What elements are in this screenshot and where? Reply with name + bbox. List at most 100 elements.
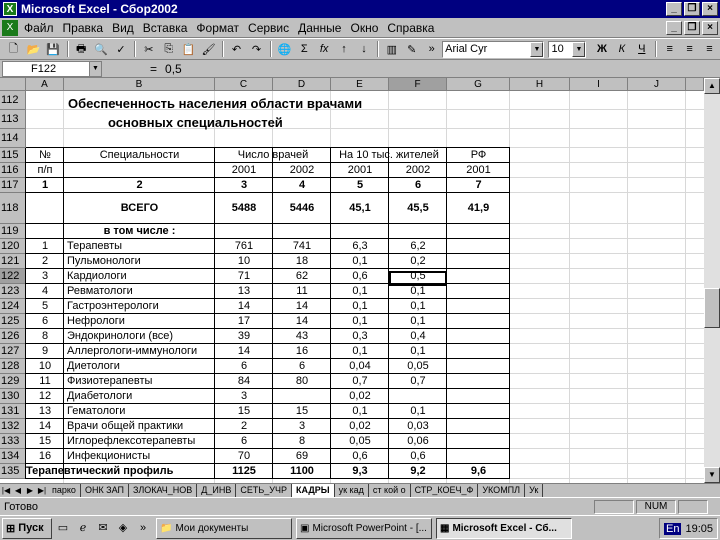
prev-sheet-icon[interactable]: ◀ bbox=[12, 485, 24, 497]
col-header-k[interactable] bbox=[686, 78, 704, 91]
tab-parko[interactable]: парко bbox=[48, 484, 81, 497]
preview-icon[interactable]: 🔍 bbox=[92, 40, 111, 58]
name-box[interactable]: F122 ▼ bbox=[2, 60, 102, 77]
chevron-down-icon[interactable]: ▼ bbox=[530, 41, 544, 57]
col-header-j[interactable]: J bbox=[628, 78, 686, 91]
tab-onk-zap[interactable]: ОНК ЗАП bbox=[81, 484, 129, 497]
menu-view[interactable]: Вид bbox=[112, 21, 134, 35]
font-select[interactable]: Arial Cyr ▼ bbox=[442, 40, 545, 58]
menu-data[interactable]: Данные bbox=[298, 21, 341, 35]
row-header[interactable]: 114 bbox=[0, 129, 26, 148]
minimize-button[interactable]: _ bbox=[666, 2, 682, 16]
tab-kadry[interactable]: КАДРЫ bbox=[292, 484, 335, 497]
menu-tools[interactable]: Сервис bbox=[248, 21, 289, 35]
row-header[interactable]: 128 bbox=[0, 359, 26, 374]
row-header[interactable]: 113 bbox=[0, 110, 26, 129]
row-header[interactable]: 127 bbox=[0, 344, 26, 359]
scroll-down-icon[interactable]: ▼ bbox=[704, 467, 720, 483]
col-header-h[interactable]: H bbox=[510, 78, 570, 91]
open-icon[interactable]: 📂 bbox=[24, 40, 43, 58]
doc-close-button[interactable]: × bbox=[702, 21, 718, 35]
next-sheet-icon[interactable]: ▶ bbox=[24, 485, 36, 497]
row-header[interactable]: 117 bbox=[0, 178, 26, 193]
col-header-c[interactable]: C bbox=[215, 78, 273, 91]
row-header[interactable]: 135 bbox=[0, 464, 26, 479]
chart-icon[interactable]: ▥ bbox=[382, 40, 401, 58]
last-sheet-icon[interactable]: ▶| bbox=[36, 485, 48, 497]
row-header[interactable]: 123 bbox=[0, 284, 26, 299]
align-right-icon[interactable]: ≡ bbox=[700, 40, 719, 58]
formula-input[interactable]: 0,5 bbox=[165, 62, 182, 76]
desktop-icon[interactable]: ▭ bbox=[54, 519, 72, 537]
chevron-down-icon[interactable]: ▼ bbox=[572, 41, 586, 57]
align-left-icon[interactable]: ≡ bbox=[660, 40, 679, 58]
row-header[interactable]: 125 bbox=[0, 314, 26, 329]
row-header[interactable]: 132 bbox=[0, 419, 26, 434]
function-icon[interactable]: fx bbox=[315, 40, 334, 58]
task-my-documents[interactable]: 📁 Мои документы bbox=[156, 517, 292, 539]
workbook-icon[interactable]: X bbox=[2, 19, 18, 36]
row-header[interactable]: 126 bbox=[0, 329, 26, 344]
tab-uk-kad[interactable]: ук кад bbox=[335, 484, 369, 497]
outlook-icon[interactable]: ✉ bbox=[94, 519, 112, 537]
col-header-f[interactable]: F bbox=[389, 78, 447, 91]
col-header-e[interactable]: E bbox=[331, 78, 389, 91]
tab-set-uchr[interactable]: СЕТЬ_УЧР bbox=[236, 484, 293, 497]
underline-icon[interactable]: Ч bbox=[632, 40, 651, 58]
menu-edit[interactable]: Правка bbox=[63, 21, 104, 35]
tab-st-koy[interactable]: ст кой о bbox=[369, 484, 411, 497]
more-icon[interactable]: » bbox=[422, 40, 441, 58]
start-button[interactable]: ⊞ Пуск bbox=[2, 517, 52, 539]
row-header[interactable]: 134 bbox=[0, 449, 26, 464]
align-center-icon[interactable]: ≡ bbox=[680, 40, 699, 58]
menu-insert[interactable]: Вставка bbox=[143, 21, 188, 35]
menu-help[interactable]: Справка bbox=[387, 21, 434, 35]
tab-zlokach-nov[interactable]: ЗЛОКАЧ_НОВ bbox=[129, 484, 198, 497]
sort-asc-icon[interactable]: ↑ bbox=[335, 40, 354, 58]
tab-d-inv[interactable]: Д_ИНВ bbox=[197, 484, 237, 497]
col-header-g[interactable]: G bbox=[447, 78, 510, 91]
print-icon[interactable]: 🖶 bbox=[72, 40, 91, 58]
col-header-b[interactable]: B bbox=[64, 78, 215, 91]
drawing-icon[interactable]: ✎ bbox=[402, 40, 421, 58]
row-header[interactable]: 118 bbox=[0, 193, 26, 224]
hyperlink-icon[interactable]: 🌐 bbox=[275, 40, 294, 58]
row-header[interactable]: 122 bbox=[0, 269, 26, 284]
cut-icon[interactable]: ✂ bbox=[139, 40, 158, 58]
size-select[interactable]: 10 ▼ bbox=[548, 40, 587, 58]
doc-restore-button[interactable]: ❐ bbox=[684, 21, 700, 35]
row-header[interactable]: 133 bbox=[0, 434, 26, 449]
row-header[interactable]: 121 bbox=[0, 254, 26, 269]
scroll-up-icon[interactable]: ▲ bbox=[704, 78, 720, 94]
bold-icon[interactable]: Ж bbox=[592, 40, 611, 58]
row-header[interactable]: 112 bbox=[0, 91, 26, 110]
vertical-scrollbar[interactable]: ▲ ▼ bbox=[704, 78, 720, 483]
row-header[interactable]: 119 bbox=[0, 224, 26, 239]
new-icon[interactable]: 🗋 bbox=[4, 40, 23, 58]
close-button[interactable]: × bbox=[702, 2, 718, 16]
row-header[interactable]: 115 bbox=[0, 148, 26, 163]
restore-button[interactable]: ❐ bbox=[684, 2, 700, 16]
spreadsheet-grid[interactable]: A B C D E F G H I J 112 113 114 115 116 117 11… bbox=[0, 78, 704, 483]
save-icon[interactable]: 💾 bbox=[44, 40, 63, 58]
lang-indicator[interactable]: En bbox=[664, 522, 682, 535]
col-header-i[interactable]: I bbox=[570, 78, 628, 91]
row-header[interactable]: 116 bbox=[0, 163, 26, 178]
doc-minimize-button[interactable]: _ bbox=[666, 21, 682, 35]
first-sheet-icon[interactable]: |◀ bbox=[0, 485, 12, 497]
tab-str-koech[interactable]: СТР_КОЕЧ_Ф bbox=[411, 484, 479, 497]
task-excel[interactable]: ▦ Microsoft Excel - Сб... bbox=[436, 517, 572, 539]
redo-icon[interactable]: ↷ bbox=[247, 40, 266, 58]
tab-uk[interactable]: Ук bbox=[525, 484, 544, 497]
menu-file[interactable]: Файл bbox=[24, 21, 54, 35]
row-header[interactable]: 130 bbox=[0, 389, 26, 404]
row-header[interactable]: 120 bbox=[0, 239, 26, 254]
chevron-down-icon[interactable]: ▼ bbox=[89, 61, 101, 76]
copy-icon[interactable]: ⎘ bbox=[159, 40, 178, 58]
scroll-thumb[interactable] bbox=[704, 288, 720, 328]
col-header-a[interactable]: A bbox=[26, 78, 64, 91]
autosum-icon[interactable]: Σ bbox=[295, 40, 314, 58]
spell-icon[interactable]: ✓ bbox=[112, 40, 131, 58]
task-powerpoint[interactable]: ▣ Microsoft PowerPoint - [... bbox=[296, 517, 432, 539]
format-painter-icon[interactable]: 🖌 bbox=[199, 40, 218, 58]
